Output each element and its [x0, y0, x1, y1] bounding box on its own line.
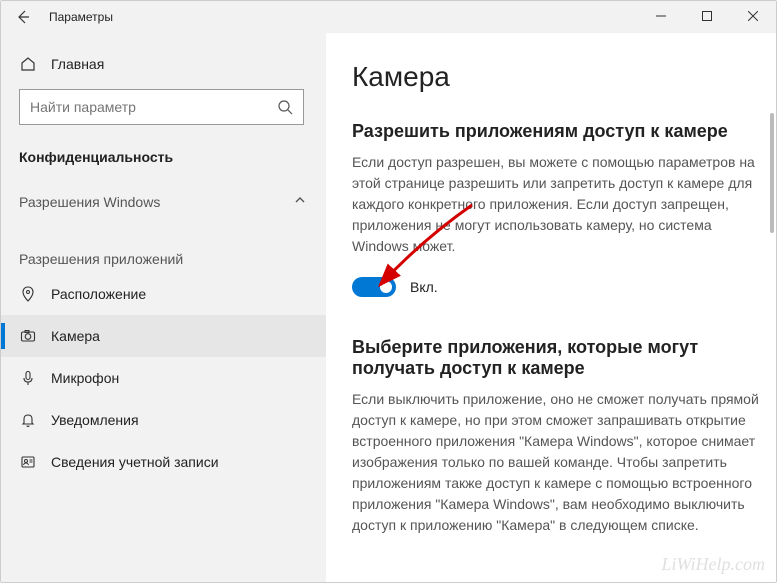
home-label: Главная [51, 56, 104, 72]
window-body: Главная Конфиденциальность Разрешения Wi… [1, 33, 776, 582]
minimize-icon [656, 8, 666, 26]
back-button[interactable] [1, 1, 45, 33]
sidebar-item-label: Камера [51, 328, 100, 344]
sidebar-item-label: Уведомления [51, 412, 139, 428]
titlebar: Параметры [1, 1, 776, 33]
sidebar-item-location[interactable]: Расположение [1, 273, 326, 315]
sidebar-item-account-info[interactable]: Сведения учетной записи [1, 441, 326, 483]
minimize-button[interactable] [638, 1, 684, 33]
camera-access-toggle-row: Вкл. [352, 277, 760, 297]
main-content: Камера Разрешить приложениям доступ к ка… [326, 33, 776, 582]
maximize-icon [702, 8, 712, 26]
sidebar-item-label: Расположение [51, 286, 146, 302]
sidebar-item-notifications[interactable]: Уведомления [1, 399, 326, 441]
group-app-permissions[interactable]: Разрешения приложений [1, 217, 326, 273]
group-label: Разрешения приложений [19, 251, 183, 267]
section-choose-apps-title: Выберите приложения, которые могут получ… [352, 337, 760, 379]
bell-icon [19, 411, 37, 429]
sidebar-item-label: Сведения учетной записи [51, 454, 219, 470]
sidebar-item-label: Микрофон [51, 370, 119, 386]
search-box[interactable] [19, 89, 304, 125]
search-icon [277, 99, 293, 115]
category-header: Конфиденциальность [1, 135, 326, 175]
chevron-up-icon [294, 193, 306, 211]
close-icon [748, 8, 758, 26]
location-icon [19, 285, 37, 303]
settings-window: Параметры Главная [0, 0, 777, 583]
section-allow-apps-title: Разрешить приложениям доступ к камере [352, 121, 760, 142]
toggle-knob [380, 281, 392, 293]
section-choose-apps-desc: Если выключить приложение, оно не сможет… [352, 389, 760, 536]
sidebar-item-microphone[interactable]: Микрофон [1, 357, 326, 399]
section-allow-apps-desc: Если доступ разрешен, вы можете с помощь… [352, 152, 760, 257]
microphone-icon [19, 369, 37, 387]
search-input[interactable] [30, 99, 277, 115]
camera-icon [19, 327, 37, 345]
account-icon [19, 453, 37, 471]
search-wrap [1, 83, 326, 135]
camera-access-toggle[interactable] [352, 277, 396, 297]
sidebar: Главная Конфиденциальность Разрешения Wi… [1, 33, 326, 582]
scrollbar-thumb[interactable] [770, 113, 774, 233]
close-button[interactable] [730, 1, 776, 33]
maximize-button[interactable] [684, 1, 730, 33]
home-link[interactable]: Главная [1, 45, 326, 83]
group-label: Разрешения Windows [19, 194, 160, 210]
toggle-state-label: Вкл. [410, 279, 438, 295]
sidebar-item-camera[interactable]: Камера [1, 315, 326, 357]
back-arrow-icon [14, 8, 32, 26]
group-windows-permissions[interactable]: Разрешения Windows [1, 175, 326, 217]
page-title: Камера [352, 61, 760, 93]
home-icon [19, 55, 37, 73]
window-title: Параметры [49, 10, 113, 24]
